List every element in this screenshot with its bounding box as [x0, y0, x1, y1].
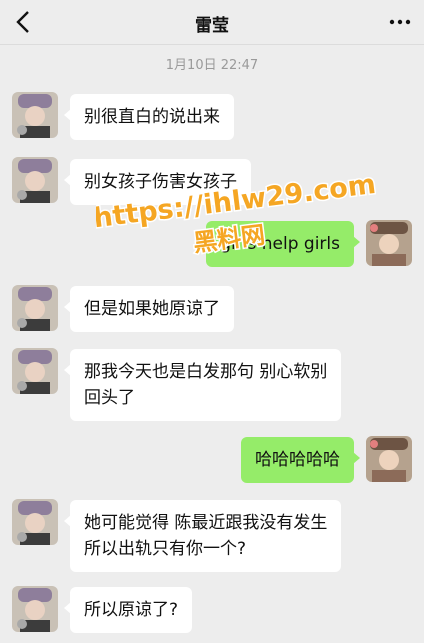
- message-bubble-incoming[interactable]: 别女孩子伤害女孩子: [64, 159, 251, 205]
- contact-avatar[interactable]: [12, 285, 58, 331]
- contact-avatar[interactable]: [12, 157, 58, 203]
- message-bubble-incoming[interactable]: 别很直白的说出来: [64, 94, 234, 140]
- contact-avatar[interactable]: [12, 348, 58, 394]
- my-avatar[interactable]: [366, 436, 412, 482]
- message-bubble-incoming[interactable]: 但是如果她原谅了: [64, 286, 234, 332]
- contact-avatar[interactable]: [12, 499, 58, 545]
- my-avatar[interactable]: [366, 220, 412, 266]
- message-bubble-incoming[interactable]: 所以原谅了?: [63, 587, 193, 633]
- contact-avatar[interactable]: [12, 92, 58, 138]
- message-bubble-outgoing[interactable]: 哈哈哈哈哈: [241, 437, 360, 483]
- ellipsis-icon[interactable]: [388, 12, 412, 32]
- message-bubble-incoming[interactable]: 那我今天也是白发那句 别心软别 回头了: [63, 349, 342, 421]
- chat-header: 雷莹: [0, 0, 424, 45]
- message-bubble-outgoing[interactable]: girls help girls: [206, 221, 360, 267]
- contact-avatar[interactable]: [12, 586, 58, 632]
- message-timestamp: 1月10日 22:47: [165, 58, 259, 73]
- message-bubble-incoming[interactable]: 她可能觉得 陈最近跟我没有发生 所以出轨只有你一个?: [63, 500, 342, 572]
- contact-name: 雷莹: [195, 16, 229, 36]
